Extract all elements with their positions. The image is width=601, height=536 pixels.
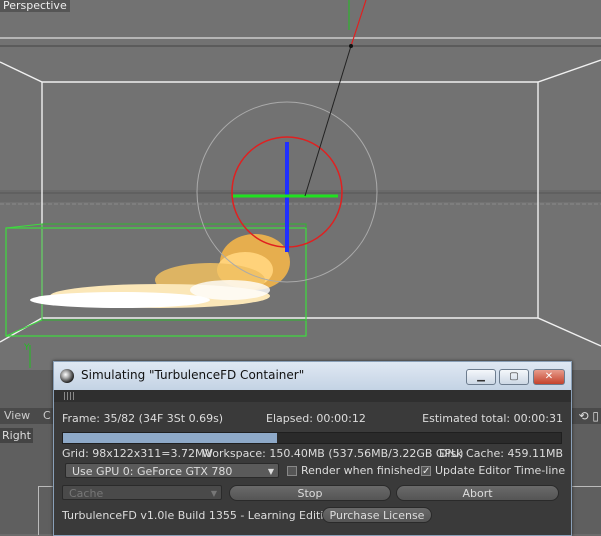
viewport-nav-icons[interactable]: ⟲ ▯ bbox=[579, 409, 599, 423]
estimated-text: Estimated total: 00:00:31 bbox=[422, 412, 563, 425]
cache-select[interactable]: Cache ▼ bbox=[62, 485, 222, 500]
dialog-titlebar[interactable]: Simulating "TurbulenceFD Container" ▁ ▢ … bbox=[54, 362, 571, 390]
maximize-button[interactable]: ▢ bbox=[499, 369, 529, 385]
cinema4d-app-icon bbox=[60, 369, 74, 383]
svg-text:Y: Y bbox=[23, 343, 30, 353]
build-text: TurbulenceFD v1.0le Build 1355 - Learnin… bbox=[62, 509, 338, 522]
disk-cache-text: Disk Cache: 459.11MB bbox=[438, 447, 563, 460]
right-viewport-label[interactable]: Right bbox=[0, 428, 33, 443]
update-editor-label: Update Editor Time-line bbox=[435, 464, 566, 477]
elapsed-text: Elapsed: 00:00:12 bbox=[266, 412, 366, 425]
chevron-down-icon: ▼ bbox=[210, 489, 217, 498]
gpu-select[interactable]: Use GPU 0: GeForce GTX 780 ▼ bbox=[65, 463, 279, 478]
stats-row-1: Frame: 35/82 (34F 3St 0.69s) Elapsed: 00… bbox=[62, 412, 563, 425]
menu-view[interactable]: View bbox=[4, 409, 30, 422]
frame-text: Frame: 35/82 (34F 3St 0.69s) bbox=[62, 412, 224, 425]
stats-row-2: Grid: 98x122x311=3.72MV Workspace: 150.4… bbox=[62, 447, 563, 460]
workspace-text: Workspace: 150.40MB (537.56MB/3.22GB GPU… bbox=[202, 447, 464, 460]
viewport-label: Perspective bbox=[0, 0, 70, 12]
viewport-scene: Y bbox=[0, 0, 601, 368]
simulation-dialog: Simulating "TurbulenceFD Container" ▁ ▢ … bbox=[53, 361, 572, 536]
grid-text: Grid: 98x122x311=3.72MV bbox=[62, 447, 213, 460]
simulation-progress bbox=[62, 432, 562, 444]
grip-icon bbox=[64, 392, 76, 400]
menu-c[interactable]: C bbox=[43, 409, 51, 422]
close-button[interactable]: ✕ bbox=[533, 369, 565, 385]
progress-fill bbox=[63, 433, 278, 443]
render-when-finished-label: Render when finished bbox=[301, 464, 421, 477]
gpu-select-value: Use GPU 0: GeForce GTX 780 bbox=[72, 465, 233, 478]
update-editor-checkbox[interactable]: ✓ bbox=[421, 466, 431, 477]
dialog-grip[interactable] bbox=[54, 390, 571, 402]
minimize-button[interactable]: ▁ bbox=[466, 369, 496, 385]
purchase-license-button[interactable]: Purchase License bbox=[322, 507, 432, 523]
stop-button[interactable]: Stop bbox=[229, 485, 391, 501]
render-when-finished-checkbox[interactable] bbox=[287, 466, 297, 476]
chevron-down-icon: ▼ bbox=[267, 467, 274, 476]
abort-button[interactable]: Abort bbox=[396, 485, 559, 501]
cache-select-value: Cache bbox=[69, 487, 104, 500]
dialog-title: Simulating "TurbulenceFD Container" bbox=[81, 368, 305, 382]
perspective-viewport[interactable]: Y Perspective bbox=[0, 0, 601, 370]
